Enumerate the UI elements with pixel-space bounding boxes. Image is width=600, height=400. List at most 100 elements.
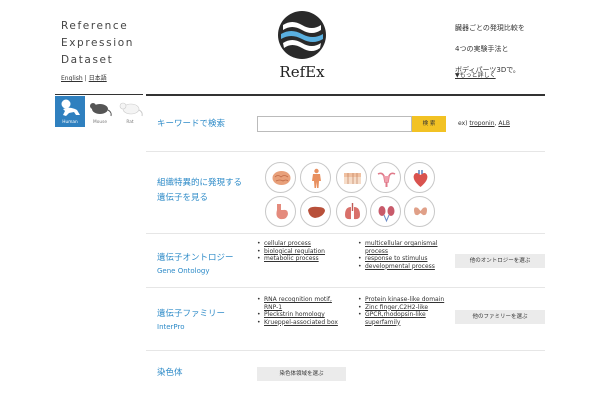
example-link-troponin[interactable]: troponin [469, 120, 494, 127]
family-item-label: Pleckstrin homology [264, 311, 325, 318]
species-label: Human [62, 120, 78, 125]
ontology-subtitle: Gene Ontology [157, 267, 210, 275]
family-item[interactable]: GPCR,rhodopsin-like superfamily [358, 311, 446, 326]
thyroid-icon [414, 207, 427, 216]
species-rat-tab[interactable]: Rat [115, 96, 145, 127]
examples-separator: , [494, 120, 497, 127]
brain-icon [272, 171, 291, 185]
organ-thyroid-button[interactable] [404, 196, 435, 227]
ontology-item[interactable]: biological regulation [257, 248, 345, 256]
kidneys-icon [378, 206, 395, 223]
species-human-tab[interactable]: Human [55, 96, 85, 127]
species-label: Rat [126, 120, 134, 125]
choose-ontology-button[interactable]: 他のオントロジーを選ぶ [455, 254, 545, 268]
organ-muscle-button[interactable] [300, 162, 331, 193]
keyword-search-title: キーワードで検索 [157, 119, 226, 129]
example-link-alb[interactable]: ALB [498, 120, 510, 127]
species-selector: Human Mouse Rat [55, 96, 145, 127]
lang-separator: | [84, 75, 87, 82]
more-details-link[interactable]: ▼もっと詳しく [455, 70, 496, 79]
header-divider [146, 94, 545, 96]
ontology-list-col1: cellular process biological regulation m… [257, 240, 345, 263]
family-title: 遺伝子ファミリー [157, 309, 226, 319]
organ-heart-button[interactable] [404, 162, 435, 193]
tissue-title-line2: 遺伝子を見る [157, 193, 209, 203]
family-section-title: 遺伝子ファミリー InterPro [157, 307, 225, 332]
more-details-label: ▼もっと詳しく [455, 72, 496, 79]
organ-stomach-button[interactable] [265, 196, 296, 227]
organ-lungs-button[interactable] [336, 196, 367, 227]
ontology-title: 遺伝子オントロジー [157, 253, 234, 263]
body-muscle-icon [312, 168, 321, 188]
organ-brain-button[interactable] [265, 162, 296, 193]
organ-uterus-button[interactable] [370, 162, 401, 193]
liver-icon [308, 206, 325, 218]
family-list-col2: Protein kinase-like domain Zinc finger,C… [358, 296, 446, 326]
family-item[interactable]: RNA recognition motif, RNP-1 [257, 296, 345, 311]
language-switcher: English | 日本語 [61, 73, 107, 82]
family-item-label: Zinc finger,C2H2-like [365, 303, 429, 311]
organ-kidneys-button[interactable] [370, 196, 401, 227]
section-divider [146, 233, 545, 234]
ontology-item-label: cellular process [264, 240, 311, 247]
keyword-search-input[interactable] [257, 116, 412, 132]
tagline-line: 4つの実験手法と [455, 45, 509, 53]
choose-family-button[interactable]: 他のファミリーを選ぶ [455, 310, 545, 324]
family-item-label: GPCR,rhodopsin-like superfamily [365, 311, 426, 326]
rat-icon [119, 102, 143, 117]
species-label: Mouse [93, 120, 107, 125]
site-name-line: Expression [61, 37, 134, 49]
ontology-item[interactable]: developmental process [358, 263, 446, 271]
ontology-section-title: 遺伝子オントロジー Gene Ontology [157, 251, 234, 276]
choose-chromosome-region-button[interactable]: 染色体領域を選ぶ [257, 367, 346, 381]
examples-prefix: ex) [458, 120, 468, 127]
logo-emblem-icon [278, 11, 326, 59]
tissue-section-title: 組織特異的に発現する 遺伝子を見る [157, 176, 242, 206]
family-item-label: Protein kinase-like domain [365, 296, 445, 303]
section-divider [146, 350, 545, 351]
stomach-icon [276, 204, 288, 220]
heart-icon [413, 170, 428, 187]
family-item[interactable]: Krueppel-associated box [257, 319, 345, 327]
family-item[interactable]: Pleckstrin homology [257, 311, 345, 319]
skin-icon [344, 173, 361, 184]
section-divider [146, 287, 545, 288]
ontology-item[interactable]: cellular process [257, 240, 345, 248]
ontology-item-label: response to stimulus [365, 255, 428, 262]
ontology-item-label: developmental process [365, 262, 435, 270]
lang-japanese-link[interactable]: 日本語 [89, 75, 107, 82]
ontology-list-col2: multicellular organismal process respons… [358, 240, 446, 270]
organ-liver-button[interactable] [300, 196, 331, 227]
chromosome-title: 染色体 [157, 368, 183, 378]
human-baby-icon [61, 99, 80, 116]
ontology-item-label: multicellular organismal process [365, 240, 438, 255]
family-item[interactable]: Protein kinase-like domain [358, 296, 446, 304]
ontology-item-label: metabolic process [264, 255, 319, 262]
family-list-col1: RNA recognition motif, RNP-1 Pleckstrin … [257, 296, 345, 326]
mouse-icon [90, 103, 112, 117]
ontology-item-label: biological regulation [264, 247, 325, 255]
lang-english-link[interactable]: English [61, 75, 83, 82]
ontology-item[interactable]: multicellular organismal process [358, 240, 446, 255]
lungs-icon [345, 203, 360, 220]
family-item-label: RNA recognition motif, RNP-1 [264, 296, 332, 311]
section-divider [146, 151, 545, 152]
family-item[interactable]: Zinc finger,C2H2-like [358, 304, 446, 312]
species-divider [55, 94, 143, 95]
family-item-label: Krueppel-associated box [264, 318, 338, 326]
tagline-line: 臓器ごとの発現比較を [455, 24, 525, 32]
species-mouse-tab[interactable]: Mouse [85, 96, 115, 127]
logo-text: RefEx [279, 63, 325, 81]
family-subtitle: InterPro [157, 323, 185, 331]
ontology-item[interactable]: response to stimulus [358, 255, 446, 263]
refex-logo[interactable]: RefEx [270, 10, 334, 82]
site-name-line: Reference [61, 20, 129, 32]
site-name: Reference Expression Dataset [61, 18, 171, 69]
uterus-icon [377, 172, 396, 187]
organ-skin-button[interactable] [336, 162, 367, 193]
ontology-item[interactable]: metabolic process [257, 255, 345, 263]
search-examples: ex) troponin, ALB [458, 120, 510, 127]
tissue-title-line1: 組織特異的に発現する [157, 178, 243, 188]
site-name-line: Dataset [61, 54, 114, 66]
search-button[interactable]: 検 索 [412, 116, 446, 132]
